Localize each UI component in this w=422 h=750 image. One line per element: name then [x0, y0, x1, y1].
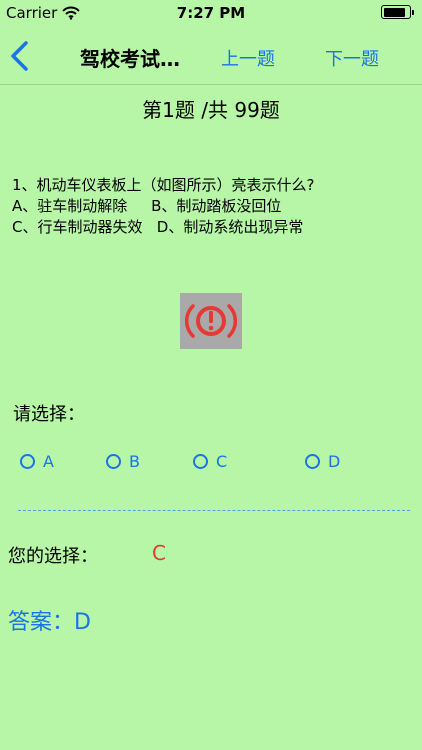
question-line: 1、机动车仪表板上（如图所示）亮表示什么? [12, 176, 315, 194]
radio-icon[interactable] [193, 454, 208, 469]
brake-warning-icon [185, 304, 237, 338]
battery-indicator [381, 5, 414, 19]
option-label: B [129, 452, 140, 471]
chevron-left-icon[interactable] [8, 40, 32, 72]
option-label: A [43, 452, 54, 471]
next-question-button[interactable]: 下一题 [325, 45, 379, 71]
question-line: A、驻车制动解除 B、制动踏板没回位 [12, 197, 282, 215]
answer-options: A B C D [0, 452, 422, 474]
option-a[interactable]: A [20, 452, 54, 471]
battery-icon [381, 5, 411, 19]
option-c[interactable]: C [193, 452, 227, 471]
question-line: C、行车制动器失效 D、制动系统出现异常 [12, 218, 304, 236]
radio-icon[interactable] [20, 454, 35, 469]
status-time: 7:27 PM [176, 4, 246, 22]
your-choice-label: 您的选择： [8, 546, 98, 567]
radio-icon[interactable] [305, 454, 320, 469]
option-d[interactable]: D [305, 452, 340, 471]
correct-answer: 答案：D [8, 610, 91, 635]
choose-label: 请选择： [13, 404, 85, 425]
dashed-divider [18, 510, 410, 511]
nav-bar: 驾校考试… 上一题 下一题 [0, 28, 422, 85]
status-bar: Carrier 7:27 PM [0, 0, 422, 28]
nav-title: 驾校考试… [80, 47, 180, 71]
radio-icon[interactable] [106, 454, 121, 469]
option-label: C [216, 452, 228, 471]
question-text: 1、机动车仪表板上（如图所示）亮表示什么? A、驻车制动解除 B、制动踏板没回位… [12, 175, 315, 238]
your-choice-value: C [152, 541, 166, 565]
option-b[interactable]: B [106, 452, 140, 471]
question-image [180, 293, 242, 349]
prev-question-button[interactable]: 上一题 [221, 45, 275, 71]
question-counter: 第1题 /共 99题 [142, 98, 280, 122]
option-label: D [328, 452, 341, 471]
